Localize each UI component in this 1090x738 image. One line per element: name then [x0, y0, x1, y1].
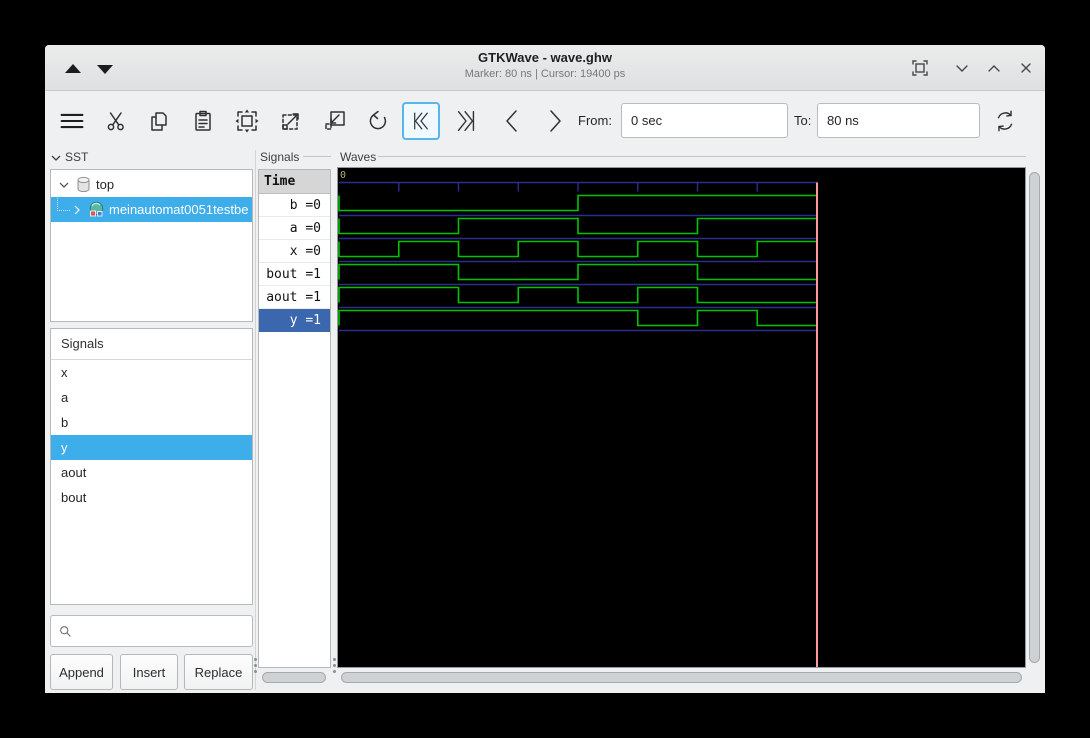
minimize-button[interactable]	[948, 55, 976, 81]
copy-icon	[147, 109, 171, 133]
toolbar: From: To:	[45, 91, 1045, 150]
sst-expander-icon[interactable]	[50, 152, 62, 164]
facility-item-b[interactable]: b	[51, 410, 252, 435]
cut-button[interactable]	[97, 102, 135, 140]
time-header: Time	[259, 170, 330, 194]
signal-row-x[interactable]: x =0	[259, 240, 330, 263]
waves-frame-label: Waves	[340, 150, 376, 164]
sst-tree: top meinautomat0051testbe	[50, 169, 253, 322]
paste-button[interactable]	[184, 102, 222, 140]
tree-item-top[interactable]: top	[51, 172, 252, 197]
wave-trace-bout	[339, 265, 817, 280]
window-title: GTKWave - wave.ghw	[245, 50, 845, 65]
tree-item-module[interactable]: meinautomat0051testbe	[51, 197, 252, 222]
wave-trace-b	[339, 196, 817, 211]
facility-item-y[interactable]: y	[51, 435, 252, 460]
splitter-handle[interactable]	[333, 658, 336, 673]
wave-trace-x	[339, 242, 817, 257]
skip-to-end-button[interactable]	[447, 102, 485, 140]
append-button[interactable]: Append	[50, 654, 113, 690]
fullscreen-button[interactable]	[906, 55, 934, 81]
chevron-left-icon	[499, 107, 525, 135]
facility-list-header: Signals	[51, 329, 252, 360]
chevron-down-icon	[952, 58, 972, 78]
names-frame-label: Signals	[260, 150, 299, 164]
cylinder-icon	[75, 176, 92, 193]
insert-button[interactable]: Insert	[120, 654, 178, 690]
facility-item-a[interactable]: a	[51, 385, 252, 410]
facility-item-bout[interactable]: bout	[51, 485, 252, 510]
close-icon	[1016, 58, 1036, 78]
pane-splitter-left[interactable]	[255, 150, 256, 690]
wave-names-panel: Time b =0a =0x =0bout =1aout =1y =1	[258, 169, 331, 668]
facility-list: Signals xabyaoutbout	[50, 328, 253, 605]
close-button[interactable]	[1012, 55, 1040, 81]
expander-open-icon	[59, 180, 69, 190]
wave-trace-y	[339, 311, 817, 326]
signal-row-y[interactable]: y =1	[259, 309, 330, 332]
search-box	[50, 615, 253, 647]
chevron-up-icon	[984, 58, 1004, 78]
gtkwave-window: GTKWave - wave.ghw Marker: 80 ns | Curso…	[45, 45, 1045, 693]
step-left-button[interactable]	[493, 102, 531, 140]
frame-line	[303, 156, 331, 157]
svg-text:0: 0	[340, 170, 346, 181]
zoom-in-icon	[278, 108, 304, 134]
names-hscrollbar[interactable]	[262, 672, 326, 683]
reload-button[interactable]	[986, 102, 1024, 140]
zoom-out-button[interactable]	[316, 102, 354, 140]
zoom-out-icon	[322, 108, 348, 134]
from-label: From:	[578, 113, 612, 128]
undo-button[interactable]	[359, 102, 397, 140]
signal-row-b[interactable]: b =0	[259, 194, 330, 217]
zoom-in-button[interactable]	[272, 102, 310, 140]
tree-guide	[57, 198, 70, 211]
maximize-button[interactable]	[980, 55, 1008, 81]
titlebar: GTKWave - wave.ghw Marker: 80 ns | Curso…	[45, 45, 1045, 91]
wave-trace-aout	[339, 288, 817, 303]
zoom-fit-button[interactable]	[228, 102, 266, 140]
tree-item-label: meinautomat0051testbe	[109, 202, 248, 217]
to-label: To:	[794, 113, 811, 128]
waves-hscrollbar[interactable]	[341, 672, 1022, 683]
module-icon	[88, 201, 105, 218]
zoom-fit-icon	[234, 108, 260, 134]
undo-arrow-icon	[365, 108, 391, 134]
step-right-button[interactable]	[536, 102, 574, 140]
tree-item-label: top	[96, 177, 114, 192]
sst-label: SST	[65, 150, 88, 164]
from-input[interactable]	[621, 103, 788, 138]
desktop: GTKWave - wave.ghw Marker: 80 ns | Curso…	[0, 0, 1090, 738]
skip-to-start-icon	[410, 107, 432, 135]
wave-trace-a	[339, 219, 817, 234]
chevron-right-icon	[542, 107, 568, 135]
shade-down-button[interactable]	[97, 65, 113, 74]
reload-icon	[992, 107, 1018, 135]
wave-canvas[interactable]: 0	[337, 167, 1026, 668]
hamburger-icon	[59, 109, 85, 133]
search-icon	[58, 622, 72, 640]
shade-up-button[interactable]	[65, 64, 81, 73]
menu-button[interactable]	[53, 102, 91, 140]
signal-row-bout[interactable]: bout =1	[259, 263, 330, 286]
splitter-handle[interactable]	[254, 658, 257, 673]
clipboard-icon	[191, 109, 215, 133]
scissors-icon	[104, 109, 128, 133]
copy-button[interactable]	[140, 102, 178, 140]
signal-row-aout[interactable]: aout =1	[259, 286, 330, 309]
search-input[interactable]	[72, 617, 252, 645]
expander-closed-icon	[72, 205, 82, 215]
window-subtitle: Marker: 80 ns | Cursor: 19400 ps	[245, 68, 845, 80]
fullscreen-icon	[910, 58, 930, 78]
waves-vscrollbar[interactable]	[1029, 172, 1040, 663]
signal-row-a[interactable]: a =0	[259, 217, 330, 240]
waveform-plot: 0	[338, 168, 1025, 667]
facility-item-aout[interactable]: aout	[51, 460, 252, 485]
skip-to-start-button[interactable]	[402, 102, 440, 140]
frame-line	[378, 156, 1026, 157]
skip-to-end-icon	[453, 107, 479, 135]
to-input[interactable]	[817, 103, 980, 138]
replace-button[interactable]: Replace	[184, 654, 253, 690]
facility-item-x[interactable]: x	[51, 360, 252, 385]
